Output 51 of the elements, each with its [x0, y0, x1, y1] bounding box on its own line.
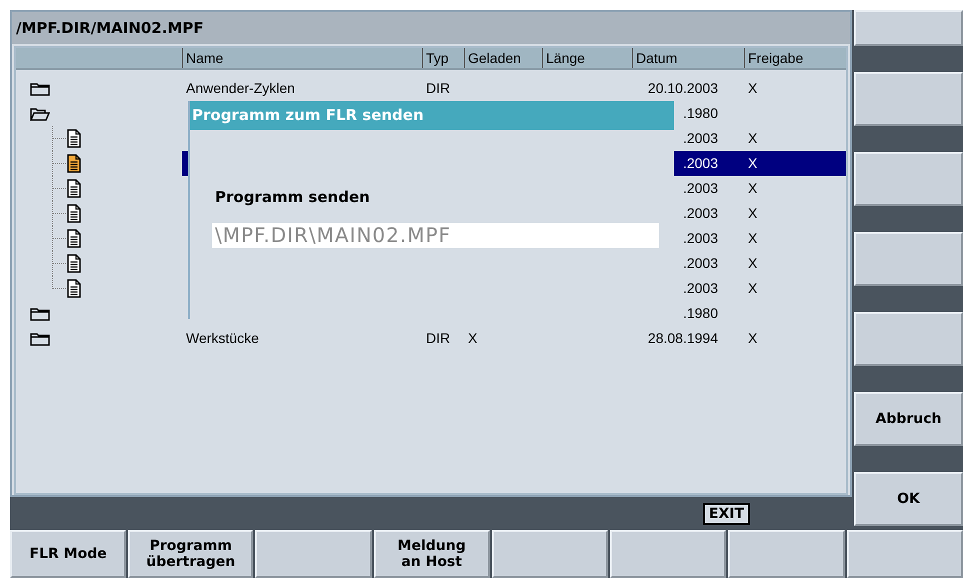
table-cell-text: DIR — [426, 79, 450, 98]
column-header: Freigabe — [748, 48, 804, 68]
table-cell-text: .2003 — [682, 154, 718, 173]
table-row[interactable]: Anwender-Zyklen DIR 20.10.2003 X — [182, 76, 846, 101]
table-cell-text: X — [748, 79, 758, 98]
softkey[interactable]: Meldung an Host — [374, 530, 490, 578]
table-cell-text: DIR — [426, 329, 450, 348]
softkey[interactable]: FLR Mode — [10, 530, 126, 578]
table-cell-text: .2003 — [682, 129, 718, 148]
softkey[interactable] — [255, 530, 372, 578]
table-row[interactable]: Werkstücke DIR X 28.08.1994 X — [182, 326, 846, 351]
column-header: Länge — [546, 48, 585, 68]
softkey[interactable] — [728, 530, 845, 578]
dialog-title-bar: Programm zum FLR senden — [190, 101, 674, 130]
table-cell-text: X — [748, 204, 758, 223]
table-cell-text: .2003 — [682, 179, 718, 198]
table-cell-text: X — [748, 229, 758, 248]
table-cell-text: .2003 — [682, 204, 718, 223]
table-cell-text: X — [748, 329, 758, 348]
table-cell-text: X — [748, 129, 758, 148]
softkey[interactable] — [846, 530, 963, 578]
column-header: Name — [186, 48, 224, 68]
table-cell-text: 20.10.2003 — [648, 79, 718, 98]
table-cell-text: Werkstücke — [186, 329, 259, 348]
softkey[interactable] — [854, 10, 963, 46]
exit-indicator: EXIT — [702, 502, 750, 524]
table-cell-text: .1980 — [682, 304, 718, 323]
table-cell-text: Anwender-Zyklen — [186, 79, 295, 98]
softkey[interactable] — [610, 530, 726, 578]
softkey[interactable] — [854, 232, 963, 286]
table-cell-text: X — [748, 254, 758, 273]
dialog-label: Programm senden — [215, 187, 370, 208]
column-header: Datum — [636, 48, 678, 68]
table-cell-text: X — [748, 154, 758, 173]
column-header: Geladen — [468, 48, 521, 68]
softkey[interactable] — [854, 72, 963, 126]
softkey[interactable] — [854, 312, 963, 366]
table-cell-text: 28.08.1994 — [648, 329, 718, 348]
table-cell-text: .2003 — [682, 254, 718, 273]
column-header: Typ — [426, 48, 449, 68]
path-title-bar: /MPF.DIR/MAIN02.MPF — [12, 12, 850, 44]
softkey[interactable] — [492, 530, 608, 578]
table-cell-text: .2003 — [682, 229, 718, 248]
table-cell-text: X — [748, 279, 758, 298]
softkey[interactable]: OK — [854, 472, 963, 526]
softkey[interactable]: Abbruch — [854, 392, 963, 446]
table-cell-text: X — [748, 179, 758, 198]
table-cell-text: X — [468, 329, 478, 348]
softkey[interactable]: Programm übertragen — [128, 530, 254, 578]
softkey[interactable] — [854, 152, 963, 206]
table-cell-text: .2003 — [682, 279, 718, 298]
